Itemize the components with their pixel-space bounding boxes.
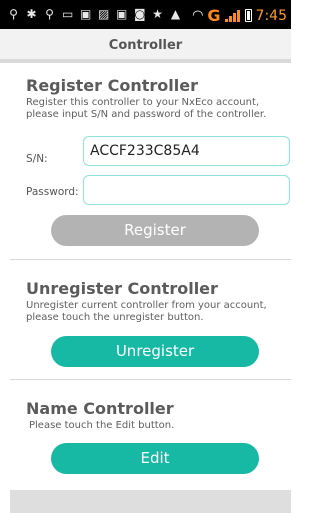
sn-row: S/N: — [26, 145, 84, 173]
signal-icon — [224, 9, 241, 22]
password-input[interactable] — [83, 175, 290, 205]
image-icon: ▨ — [98, 7, 110, 21]
password-label: Password: — [26, 186, 79, 198]
sd-card-icon: ▭ — [62, 7, 74, 21]
name-section: Name Controller Please touch the Edit bu… — [0, 399, 291, 432]
clock: 7:45 — [255, 7, 287, 24]
star-icon: ★ — [152, 7, 163, 21]
app-icon: ▣ — [80, 7, 92, 21]
register-section: Register Controller Register this contro… — [0, 76, 291, 121]
register-button[interactable]: Register — [51, 215, 259, 246]
status-right: ◠ G 7:45 — [192, 6, 287, 25]
register-title: Register Controller — [26, 76, 198, 95]
divider — [10, 259, 291, 260]
unregister-section: Unregister Controller Unregister current… — [0, 279, 291, 324]
notification-icons: ⚲ ✱ ⚲ ▭ ▣ ▨ ▣ ◙ ★ ▲ — [8, 6, 181, 22]
status-bar: ⚲ ✱ ⚲ ▭ ▣ ▨ ▣ ◙ ★ ▲ ◠ G 7:45 — [0, 0, 291, 29]
app-icon: ◙ — [134, 7, 146, 21]
edit-button[interactable]: Edit — [51, 443, 259, 474]
unregister-title: Unregister Controller — [26, 279, 218, 298]
usb-icon: ⚲ — [45, 7, 54, 21]
app-header: Controller — [0, 29, 291, 63]
unregister-button[interactable]: Unregister — [51, 336, 259, 367]
page-title: Controller — [108, 38, 183, 53]
name-description: Please touch the Edit button. — [29, 420, 175, 431]
battery-icon — [244, 9, 252, 22]
usb-icon: ⚲ — [9, 7, 18, 21]
divider — [10, 379, 291, 380]
debug-icon: ✱ — [26, 7, 37, 21]
wifi-icon: ◠ — [192, 8, 204, 23]
app-icon: ▣ — [116, 7, 128, 21]
name-title: Name Controller — [26, 399, 174, 418]
password-row: Password: — [26, 178, 84, 206]
network-type-label: G — [207, 6, 221, 25]
unregister-description: Unregister current controller from your … — [26, 300, 267, 323]
register-description: Register this controller to your NxEco a… — [26, 97, 267, 120]
bottom-bar — [10, 490, 291, 513]
sn-label: S/N: — [26, 153, 48, 165]
warning-icon: ▲ — [170, 7, 181, 21]
sn-input[interactable]: ACCF233C85A4 — [83, 136, 290, 166]
